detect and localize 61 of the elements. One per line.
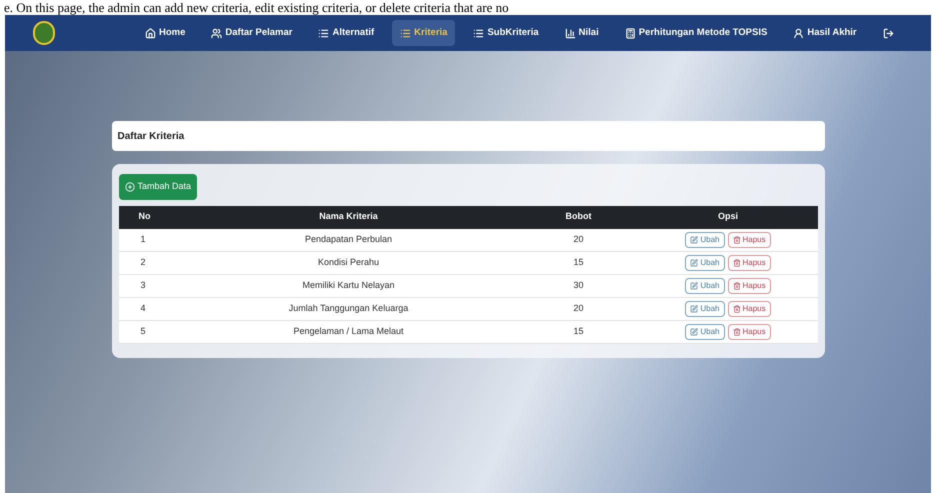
nav-link[interactable]: Kriteria xyxy=(392,20,456,46)
plus-icon xyxy=(124,182,134,192)
edit-button[interactable]: Ubah xyxy=(685,254,724,271)
edit-icon xyxy=(690,236,698,244)
users-icon xyxy=(211,28,222,38)
home-icon xyxy=(145,28,156,38)
nav-link[interactable]: Alternatif xyxy=(310,20,382,46)
logout-icon xyxy=(882,28,894,38)
page-title: Daftar Kriteria xyxy=(118,130,184,144)
edit-button[interactable]: Ubah xyxy=(685,232,724,248)
table-cell: Jumlah Tanggungan Keluarga xyxy=(178,298,518,320)
trash-icon xyxy=(732,236,740,244)
edit-button[interactable]: Ubah xyxy=(685,278,724,294)
nav-link[interactable]: SubKriteria xyxy=(465,20,547,46)
column-header: Bobot xyxy=(518,206,638,228)
edit-icon xyxy=(690,304,698,313)
nav-link[interactable]: Daftar Pelamar xyxy=(203,20,300,46)
list-icon xyxy=(318,28,330,38)
delete-button[interactable]: Hapus xyxy=(728,278,771,294)
table-cell: 1 xyxy=(118,228,178,252)
trash-icon xyxy=(732,258,740,267)
table-cell: Pengelaman / Lama Melaut xyxy=(178,320,518,344)
nav-link[interactable]: Home xyxy=(137,20,194,46)
edit-button[interactable]: Ubah xyxy=(685,324,724,340)
column-header: Nama Kriteria xyxy=(178,206,518,228)
table-cell: 5 xyxy=(118,320,178,344)
table-cell: 20 xyxy=(518,228,638,252)
delete-button[interactable]: Hapus xyxy=(728,324,771,340)
delete-button[interactable]: Hapus xyxy=(728,300,771,317)
add-data-button[interactable]: Tambah Data xyxy=(118,174,198,200)
table-cell: 20 xyxy=(518,298,638,320)
table-cell: Memiliki Kartu Nelayan xyxy=(178,274,518,298)
chart-icon xyxy=(564,28,576,38)
table-cell: 15 xyxy=(518,252,638,274)
delete-button[interactable]: Hapus xyxy=(728,232,771,248)
table-cell: 4 xyxy=(118,298,178,320)
column-header: Opsi xyxy=(638,206,818,228)
nav-link[interactable]: Nilai xyxy=(556,20,607,46)
edit-icon xyxy=(690,328,698,336)
user-icon xyxy=(793,28,804,38)
edit-button[interactable]: Ubah xyxy=(685,300,724,317)
edit-icon xyxy=(690,282,698,290)
trash-icon xyxy=(732,328,740,336)
trash-icon xyxy=(732,304,740,313)
nav-link[interactable]: Perhitungan Metode TOPSIS xyxy=(616,20,776,46)
calculator-icon xyxy=(624,28,636,38)
logo-icon[interactable] xyxy=(33,21,55,45)
edit-icon xyxy=(690,258,698,267)
table-cell: 2 xyxy=(118,252,178,274)
table-cell: 3 xyxy=(118,274,178,298)
table-cell: Kondisi Perahu xyxy=(178,252,518,274)
table-cell: Pendapatan Perbulan xyxy=(178,228,518,252)
trash-icon xyxy=(732,282,740,290)
column-header: No xyxy=(118,206,178,228)
delete-button[interactable]: Hapus xyxy=(728,254,771,271)
list-icon xyxy=(400,28,412,38)
nav-link[interactable]: Hasil Akhir xyxy=(785,20,865,46)
list-icon xyxy=(473,28,484,38)
table-cell: 30 xyxy=(518,274,638,298)
caption-text: e. On this page, the admin can add new criteria, edit existing criteria, or delete criteria that are no xyxy=(3,0,510,15)
table-cell: 15 xyxy=(518,320,638,344)
